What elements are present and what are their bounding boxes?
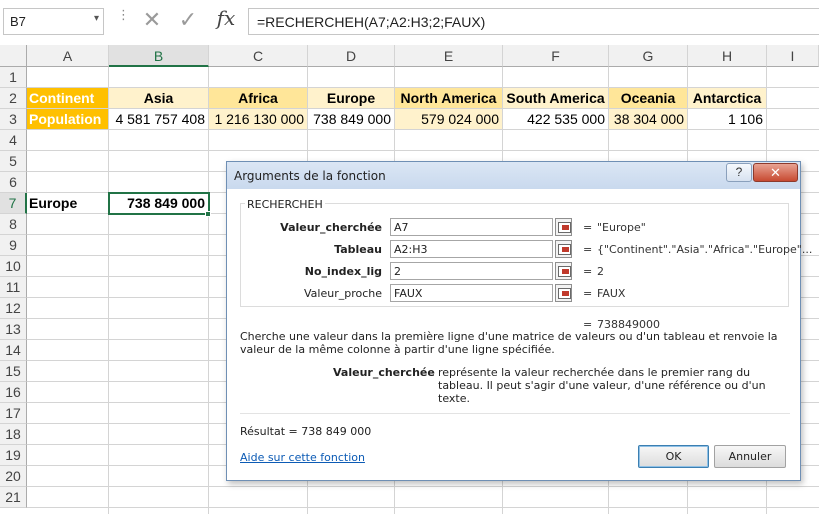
formula-bar: B7 ▾ ⋮ ✕ ✓ fx =RECHERCHEH(A7;A2:H3;2;FAU… xyxy=(0,0,819,45)
function-arguments-dialog: Arguments de la fonction ? ✕ RECHERCHEH … xyxy=(226,161,812,481)
close-button[interactable]: ✕ xyxy=(753,163,798,182)
row-header-19[interactable]: 19 xyxy=(0,445,27,466)
row-header-4[interactable]: 4 xyxy=(0,130,27,151)
ok-button[interactable]: OK xyxy=(638,445,709,468)
name-box[interactable]: B7 ▾ xyxy=(3,8,104,35)
row-header-14[interactable]: 14 xyxy=(0,340,27,361)
row-header-13[interactable]: 13 xyxy=(0,319,27,340)
gridline-vertical xyxy=(108,67,109,514)
cancel-formula-icon[interactable]: ✕ xyxy=(139,7,165,37)
collapse-dialog-icon[interactable] xyxy=(555,284,572,302)
column-header-a[interactable]: A xyxy=(27,45,109,67)
cell-a2[interactable]: Continent xyxy=(27,88,109,109)
column-header-d[interactable]: D xyxy=(308,45,395,67)
help-link[interactable]: Aide sur cette fonction xyxy=(240,451,365,464)
row-header-3[interactable]: 3 xyxy=(0,109,27,130)
enter-formula-icon[interactable]: ✓ xyxy=(175,7,201,37)
cell-d3[interactable]: 738 849 000 xyxy=(308,109,395,130)
cell-b7-selected[interactable]: 738 849 000 xyxy=(108,192,210,215)
row-header-9[interactable]: 9 xyxy=(0,235,27,256)
row-header-12[interactable]: 12 xyxy=(0,298,27,319)
column-header-c[interactable]: C xyxy=(209,45,308,67)
cell-b2[interactable]: Asia xyxy=(109,88,209,109)
arg-result-no-index-lig: 2 xyxy=(597,265,604,278)
fill-handle[interactable] xyxy=(205,211,211,217)
row-header-1[interactable]: 1 xyxy=(0,67,27,88)
column-header-b[interactable]: B xyxy=(109,45,209,67)
arg-label-valeur-cherchee: Valeur_cherchée xyxy=(280,221,382,234)
row-header-7[interactable]: 7 xyxy=(0,193,27,214)
row-header-16[interactable]: 16 xyxy=(0,382,27,403)
arg-input-valeur-cherchee[interactable]: A7 xyxy=(390,218,553,236)
row-header-6[interactable]: 6 xyxy=(0,172,27,193)
arg-result-tableau: {"Continent"."Asia"."Africa"."Europe"... xyxy=(597,243,813,256)
row-header-11[interactable]: 11 xyxy=(0,277,27,298)
gridline-horizontal xyxy=(27,150,819,151)
collapse-dialog-icon[interactable] xyxy=(555,262,572,280)
dialog-title: Arguments de la fonction xyxy=(234,169,386,183)
row-header-21[interactable]: 21 xyxy=(0,487,27,508)
gridline-vertical xyxy=(208,67,209,514)
row-header-15[interactable]: 15 xyxy=(0,361,27,382)
current-arg-name: Valeur_cherchée xyxy=(333,366,435,379)
cell-h3[interactable]: 1 106 xyxy=(688,109,767,130)
cell-f2[interactable]: South America xyxy=(503,88,609,109)
arg-equals: = xyxy=(583,265,593,278)
column-header-e[interactable]: E xyxy=(395,45,503,67)
row-header-5[interactable]: 5 xyxy=(0,151,27,172)
arg-result-valeur-proche: FAUX xyxy=(597,287,626,300)
select-all-corner[interactable] xyxy=(0,45,27,67)
row-header-18[interactable]: 18 xyxy=(0,424,27,445)
help-button[interactable]: ? xyxy=(726,163,752,182)
row-header-20[interactable]: 20 xyxy=(0,466,27,487)
row-header-10[interactable]: 10 xyxy=(0,256,27,277)
formula-result: Résultat = 738 849 000 xyxy=(240,425,372,438)
column-header-i[interactable]: I xyxy=(767,45,819,67)
row-header-8[interactable]: 8 xyxy=(0,214,27,235)
formula-input[interactable]: =RECHERCHEH(A7;A2:H3;2;FAUX) xyxy=(248,8,819,35)
cell-a3[interactable]: Population xyxy=(27,109,109,130)
cell-e2[interactable]: North America xyxy=(395,88,503,109)
name-box-value: B7 xyxy=(10,14,26,29)
column-header-h[interactable]: H xyxy=(688,45,767,67)
arg-equals: = xyxy=(583,221,593,234)
cell-c2[interactable]: Africa xyxy=(209,88,308,109)
cell-c3[interactable]: 1 216 130 000 xyxy=(209,109,308,130)
divider xyxy=(240,413,790,414)
dialog-body: RECHERCHEH Valeur_cherchée A7 = "Europe"… xyxy=(233,189,812,474)
row-header-17[interactable]: 17 xyxy=(0,403,27,424)
arg-result-valeur-cherchee: "Europe" xyxy=(597,221,646,234)
cell-g2[interactable]: Oceania xyxy=(609,88,688,109)
cancel-button[interactable]: Annuler xyxy=(714,445,786,468)
cell-a7[interactable]: Europe xyxy=(27,193,109,214)
dialog-titlebar[interactable]: Arguments de la fonction ? ✕ xyxy=(227,162,800,189)
gridline-horizontal xyxy=(27,507,819,508)
cell-d2[interactable]: Europe xyxy=(308,88,395,109)
chevron-down-icon[interactable]: ▾ xyxy=(94,13,99,24)
insert-function-icon[interactable]: fx xyxy=(211,6,241,36)
cell-b3[interactable]: 4 581 757 408 xyxy=(109,109,209,130)
gridline-horizontal xyxy=(27,486,819,487)
row-header-2[interactable]: 2 xyxy=(0,88,27,109)
collapse-dialog-icon[interactable] xyxy=(555,240,572,258)
arg-label-tableau: Tableau xyxy=(334,243,382,256)
cell-e3[interactable]: 579 024 000 xyxy=(395,109,503,130)
cell-g3[interactable]: 38 304 000 xyxy=(609,109,688,130)
drag-handle-icon[interactable]: ⋮ xyxy=(117,8,130,21)
function-name-label: RECHERCHEH xyxy=(245,198,325,211)
arg-label-no-index-lig: No_index_lig xyxy=(304,265,382,278)
current-arg-description: représente la valeur recherchée dans le … xyxy=(438,366,766,405)
arg-input-tableau[interactable]: A2:H3 xyxy=(390,240,553,258)
arg-input-valeur-proche[interactable]: FAUX xyxy=(390,284,553,302)
column-header-g[interactable]: G xyxy=(609,45,688,67)
cell-h2[interactable]: Antarctica xyxy=(688,88,767,109)
cell-f3[interactable]: 422 535 000 xyxy=(503,109,609,130)
column-header-f[interactable]: F xyxy=(503,45,609,67)
arg-equals: = xyxy=(583,243,593,256)
arg-input-no-index-lig[interactable]: 2 xyxy=(390,262,553,280)
collapse-dialog-icon[interactable] xyxy=(555,218,572,236)
arg-label-valeur-proche: Valeur_proche xyxy=(303,287,382,300)
function-description: Cherche une valeur dans la première lign… xyxy=(240,330,778,356)
arg-equals: = xyxy=(583,287,593,300)
